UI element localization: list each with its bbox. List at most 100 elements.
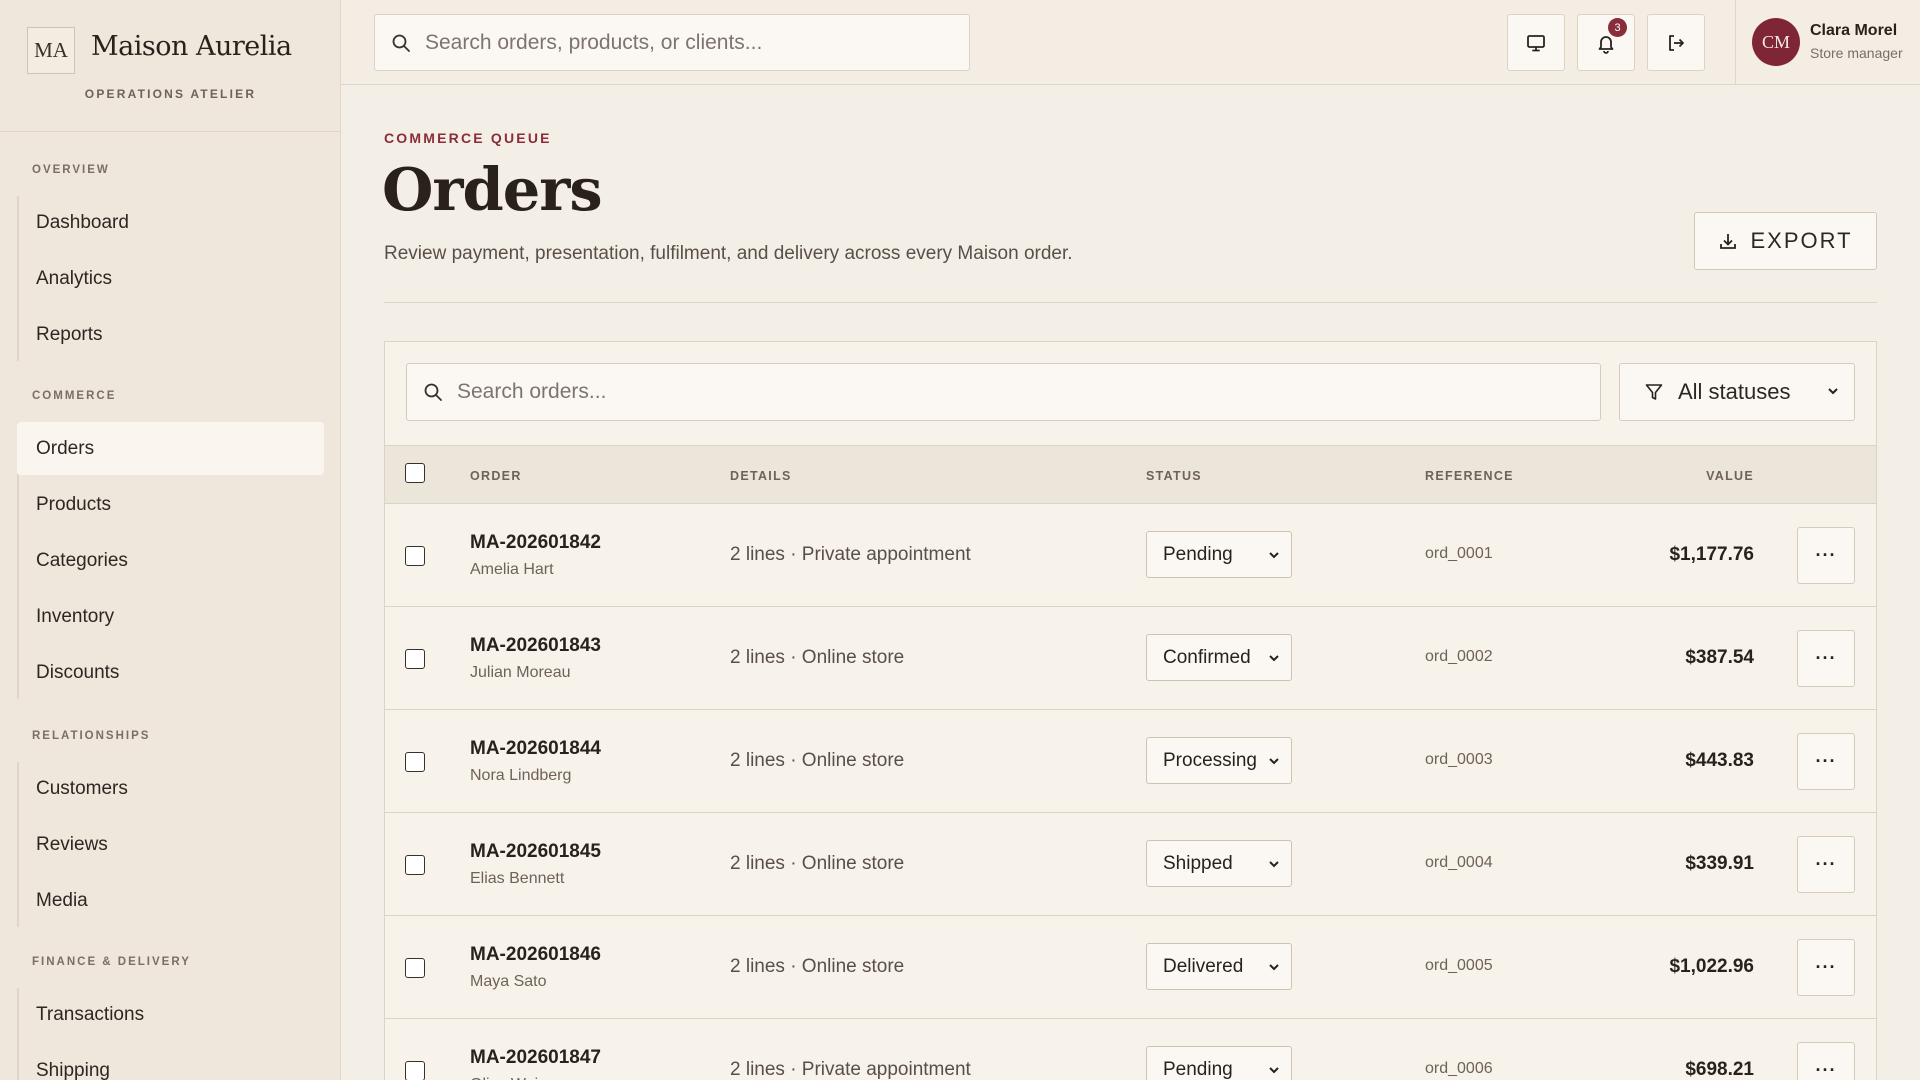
order-status-select[interactable]: Pending	[1146, 1046, 1292, 1080]
order-id[interactable]: MA-202601845	[470, 841, 601, 863]
brand: MA Maison Aurelia OPERATIONS ATELIER	[0, 0, 340, 132]
nav-section: RELATIONSHIPS Customers Reviews Media	[0, 730, 341, 930]
display-button[interactable]	[1507, 14, 1565, 71]
row-checkbox[interactable]	[405, 752, 425, 772]
divider	[384, 302, 1877, 303]
row-more-button[interactable]: ···	[1797, 733, 1855, 790]
row-more-button[interactable]: ···	[1797, 836, 1855, 893]
avatar: CM	[1752, 18, 1800, 66]
sidebar-item-transactions[interactable]: Transactions	[17, 988, 324, 1041]
logout-icon	[1669, 34, 1684, 51]
order-details: 2 lines · Online store	[730, 750, 905, 771]
table-row[interactable]: MA-202601844 Nora Lindberg 2 lines · Onlin…	[385, 710, 1876, 813]
table-row[interactable]: MA-202601845 Elias Bennett 2 lines · Onlin…	[385, 813, 1876, 916]
order-details: 2 lines · Online store	[730, 647, 905, 668]
order-status-select[interactable]: Confirmed	[1146, 634, 1292, 681]
main-content: COMMERCE QUEUE Orders Review payment, pr…	[341, 85, 1920, 1080]
logout-button[interactable]	[1647, 14, 1705, 71]
sidebar-item-analytics[interactable]: Analytics	[17, 252, 324, 305]
nav-section-heading: OVERVIEW	[32, 164, 110, 176]
order-value: $339.91	[1685, 853, 1754, 874]
row-more-button[interactable]: ···	[1797, 939, 1855, 996]
global-search-input[interactable]	[425, 30, 969, 55]
monitor-icon	[1527, 34, 1545, 51]
status-filter-select[interactable]: All statuses	[1619, 363, 1855, 421]
order-value: $1,022.96	[1669, 956, 1754, 977]
row-checkbox[interactable]	[405, 649, 425, 669]
order-status-value: Confirmed	[1163, 646, 1251, 668]
sidebar-item-reports[interactable]: Reports	[17, 308, 324, 361]
order-client: Amelia Hart	[470, 561, 554, 578]
sidebar-item-dashboard[interactable]: Dashboard	[17, 196, 324, 249]
order-reference: ord_0001	[1425, 545, 1493, 562]
page-title: Orders	[382, 155, 603, 224]
user-menu[interactable]: CM Clara Morel Store manager	[1735, 0, 1920, 85]
select-all-checkbox[interactable]	[405, 463, 425, 483]
filter-icon	[1645, 384, 1663, 400]
header-status: STATUS	[1146, 469, 1202, 483]
row-checkbox[interactable]	[405, 1061, 425, 1080]
nav-section: FINANCE & DELIVERY Transactions Shipping	[0, 956, 341, 1080]
more-icon: ···	[1815, 648, 1837, 668]
order-details: 2 lines · Online store	[730, 853, 905, 874]
order-id[interactable]: MA-202601844	[470, 738, 601, 760]
row-more-button[interactable]: ···	[1797, 527, 1855, 584]
orders-panel: All statuses ORDER DETAILS STATUS REFERE…	[384, 341, 1877, 1080]
sidebar-item-categories[interactable]: Categories	[17, 534, 324, 587]
sidebar-item-shipping[interactable]: Shipping	[17, 1044, 324, 1080]
order-id[interactable]: MA-202601842	[470, 532, 601, 554]
row-checkbox[interactable]	[405, 546, 425, 566]
row-checkbox[interactable]	[405, 958, 425, 978]
more-icon: ···	[1815, 545, 1837, 565]
row-checkbox[interactable]	[405, 855, 425, 875]
orders-toolbar: All statuses	[385, 342, 1876, 446]
table-row[interactable]: MA-202601846 Maya Sato 2 lines · Online st…	[385, 916, 1876, 1019]
brand-logo: MA	[27, 27, 75, 74]
sidebar-item-reviews[interactable]: Reviews	[17, 818, 324, 871]
page-eyebrow: COMMERCE QUEUE	[384, 130, 552, 146]
sidebar-item-orders[interactable]: Orders	[17, 422, 324, 475]
notifications-button[interactable]: 3	[1577, 14, 1635, 71]
order-id[interactable]: MA-202601847	[470, 1047, 601, 1069]
sidebar-item-discounts[interactable]: Discounts	[17, 646, 324, 699]
order-value: $443.83	[1685, 750, 1754, 771]
row-more-button[interactable]: ···	[1797, 1042, 1855, 1080]
page-description: Review payment, presentation, fulfilment…	[384, 243, 1073, 264]
more-icon: ···	[1815, 854, 1837, 874]
nav-section: COMMERCE Orders Products Categories Inventor…	[0, 390, 341, 702]
order-value: $387.54	[1685, 647, 1754, 668]
brand-name: Maison Aurelia	[91, 31, 292, 62]
order-status-select[interactable]: Pending	[1146, 531, 1292, 578]
export-button[interactable]: EXPORT	[1694, 212, 1877, 270]
row-more-button[interactable]: ···	[1797, 630, 1855, 687]
order-id[interactable]: MA-202601846	[470, 944, 601, 966]
order-status-value: Pending	[1163, 543, 1233, 565]
user-role: Store manager	[1810, 45, 1903, 61]
nav-section-heading: FINANCE & DELIVERY	[32, 956, 191, 968]
order-search[interactable]	[406, 363, 1601, 421]
order-details: 2 lines · Private appointment	[730, 1059, 971, 1080]
order-value: $698.21	[1685, 1059, 1754, 1080]
table-row[interactable]: MA-202601847 Olive Weiss 2 lines · Private…	[385, 1019, 1876, 1080]
order-status-value: Shipped	[1163, 852, 1233, 874]
order-status-select[interactable]: Processing	[1146, 737, 1292, 784]
sidebar-item-products[interactable]: Products	[17, 478, 324, 531]
order-search-input[interactable]	[457, 380, 1600, 404]
order-client: Maya Sato	[470, 973, 547, 990]
order-status-value: Processing	[1163, 749, 1257, 771]
global-search[interactable]	[374, 14, 970, 71]
topbar: 3 CM Clara Morel Store manager	[341, 0, 1920, 85]
table-header: ORDER DETAILS STATUS REFERENCE VALUE	[385, 446, 1876, 504]
notification-badge: 3	[1608, 18, 1627, 37]
sidebar-item-media[interactable]: Media	[17, 874, 324, 927]
sidebar-item-customers[interactable]: Customers	[17, 762, 324, 815]
table-row[interactable]: MA-202601843 Julian Moreau 2 lines · Onlin…	[385, 607, 1876, 710]
download-icon	[1720, 234, 1737, 249]
order-status-select[interactable]: Shipped	[1146, 840, 1292, 887]
sidebar-item-inventory[interactable]: Inventory	[17, 590, 324, 643]
order-id[interactable]: MA-202601843	[470, 635, 601, 657]
search-icon	[424, 383, 442, 401]
order-status-value: Pending	[1163, 1058, 1233, 1080]
table-row[interactable]: MA-202601842 Amelia Hart 2 lines · Private…	[385, 504, 1876, 607]
order-status-select[interactable]: Delivered	[1146, 943, 1292, 990]
